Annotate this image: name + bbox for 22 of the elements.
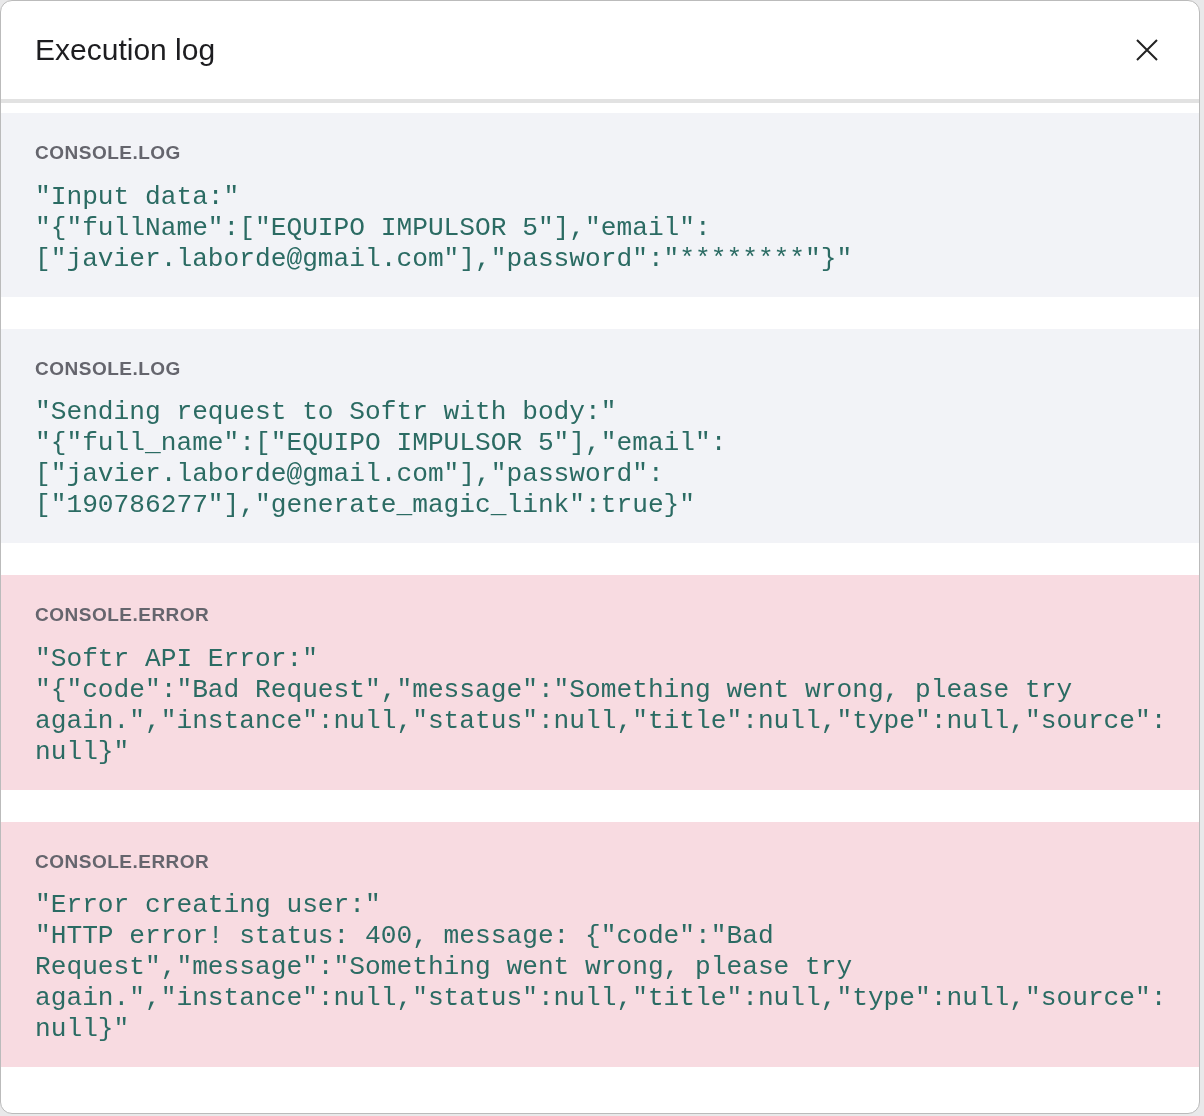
dialog-title: Execution log bbox=[35, 32, 216, 68]
log-line: "HTTP error! status: 400, message: {"code":"Bad bbox=[35, 921, 775, 952]
close-icon bbox=[1135, 38, 1159, 63]
log-line: "{"fullName":["EQUIPO IMPULSOR 5"],"email": bbox=[35, 212, 712, 244]
entry-label: CONSOLE.ERROR bbox=[35, 849, 211, 874]
log-line: "Sending request to Softr with body:" bbox=[35, 397, 618, 428]
entry-label: CONSOLE.ERROR bbox=[35, 603, 211, 627]
entry-label: CONSOLE.LOG bbox=[35, 141, 182, 165]
log-line: null}" bbox=[35, 1014, 131, 1045]
log-line: ["javier.laborde@gmail.com"],"password": bbox=[35, 459, 665, 490]
log-line: null}" bbox=[35, 736, 131, 768]
log-line: "{"code":"Bad Request","message":"Something went wrong, please try bbox=[35, 674, 1074, 706]
log-line: again.","instance":null,"status":null,"title":null,"type":null,"source": bbox=[35, 705, 1165, 737]
log-line: "Input data:" bbox=[35, 181, 241, 213]
log-line: again.","instance":null,"status":null,"title":null,"type":null,"source": bbox=[35, 983, 1165, 1014]
log-line: Request","message":"Something went wrong, please try bbox=[35, 952, 854, 983]
log-line: ["javier.laborde@gmail.com"],"password":"********"}" bbox=[35, 243, 854, 275]
entry-label: CONSOLE.LOG bbox=[35, 356, 182, 381]
log-line: "Error creating user:" bbox=[35, 890, 382, 921]
log-line: ["190786277"],"generate_magic_link":true}" bbox=[35, 490, 697, 521]
log-line: "{"full_name":["EQUIPO IMPULSOR 5"],"email": bbox=[35, 428, 728, 459]
log-line: "Softr API Error:" bbox=[35, 643, 319, 675]
